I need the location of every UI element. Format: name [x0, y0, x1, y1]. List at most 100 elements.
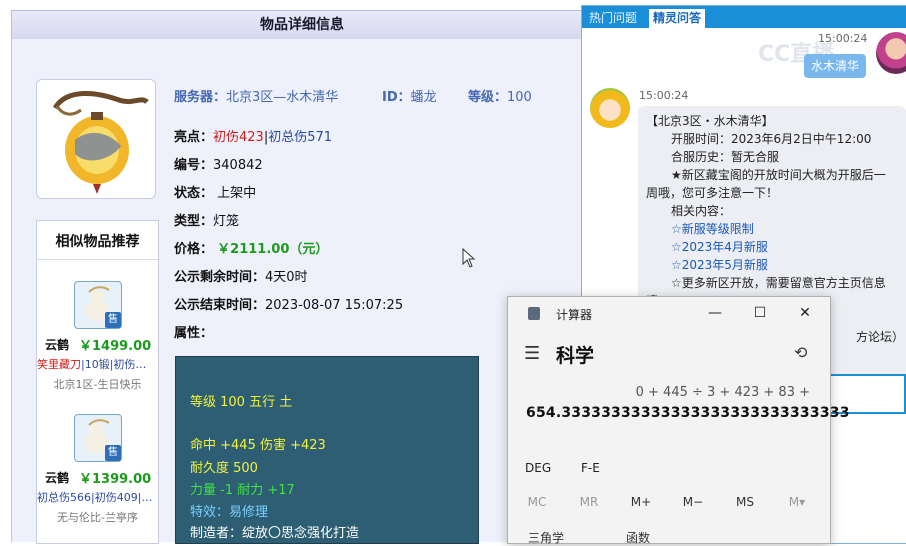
- number-label: 编号：: [174, 158, 214, 173]
- bot-line: 开服时间：2023年6月2日中午12:00: [671, 132, 872, 146]
- window-title: 计算器: [556, 308, 593, 322]
- sale-badge: 售: [105, 445, 121, 461]
- tab-sprite-qa[interactable]: 精灵问答: [649, 9, 706, 28]
- highlight-label: 亮点：: [174, 130, 214, 145]
- link-april-new-server[interactable]: ☆2023年4月新服: [671, 238, 768, 255]
- item-image: [36, 79, 156, 199]
- bot-line: 方论坛）: [856, 330, 905, 344]
- tag-rest: |10锻|初伤…: [81, 358, 147, 371]
- calculator-result: 654.33333333333333333333333333333: [526, 405, 850, 421]
- hamburger-menu-icon[interactable]: ☰: [524, 343, 540, 364]
- minimize-button[interactable]: —: [703, 303, 727, 323]
- calculator-app-icon: [528, 307, 540, 320]
- history-icon[interactable]: ⟲: [794, 343, 807, 362]
- remaining-label: 公示剩余时间：: [174, 270, 266, 285]
- fe-button[interactable]: F-E: [581, 461, 600, 475]
- type-value: 灯笼: [213, 214, 240, 229]
- close-button[interactable]: ✕: [793, 303, 817, 323]
- m-minus-button[interactable]: M−: [673, 495, 713, 509]
- function-button[interactable]: 函数: [626, 529, 650, 546]
- item-name[interactable]: 云鹤: [45, 336, 69, 353]
- stat-effect: 特效：易修理: [190, 505, 269, 520]
- price-label: 价格：: [174, 242, 214, 257]
- m-plus-button[interactable]: M+: [621, 495, 661, 509]
- remaining-value: 4天0时: [265, 270, 308, 285]
- level-info: 等级：100: [468, 86, 532, 105]
- number-value: 340842: [213, 158, 263, 173]
- highlight-red: 初伤423: [213, 130, 264, 145]
- status-row: 状态： 上架中: [174, 182, 256, 201]
- message-timestamp: 15:00:24: [639, 89, 689, 102]
- server-value: 北京3区—水木清华: [226, 90, 339, 105]
- bot-line: 合服历史：暂无合服: [671, 150, 780, 164]
- memory-dropdown-button[interactable]: M▾: [777, 495, 817, 509]
- bot-avatar: [590, 88, 630, 128]
- item-thumbnail[interactable]: 售: [74, 281, 122, 329]
- link-new-server-level[interactable]: ☆新服等级限制: [671, 220, 754, 237]
- tag-rest: 初总伤566|初伤409|…: [37, 491, 153, 504]
- divider: [37, 259, 158, 260]
- sale-badge: 售: [105, 312, 121, 328]
- stat-maker: 制造者：绽放〇思念强化打造: [190, 526, 360, 541]
- server-info: 服务器：北京3区—水木清华: [174, 86, 338, 105]
- attr-row: 属性：: [174, 322, 213, 341]
- price-value: ￥2111.00（元）: [217, 242, 329, 257]
- status-value: 上架中: [217, 186, 257, 201]
- stat-level: 等级 100 五行 土: [190, 395, 293, 410]
- item-stats-panel: 等级 100 五行 土 命中 +445 伤害 +423 耐久度 500 力量 -…: [175, 356, 479, 544]
- type-row: 类型：灯笼: [174, 210, 239, 229]
- server-label: 服务器：: [174, 90, 227, 105]
- mouse-cursor-icon: [462, 248, 476, 268]
- page-title: 物品详细信息: [260, 17, 344, 33]
- similar-items: 相似物品推荐 售 云鹤 ￥1499.00 笑里藏刀|10锻|初伤… 北京1区-生…: [36, 220, 159, 544]
- stat-strength: 力量 -1 耐力 +17: [190, 483, 295, 498]
- level-label: 等级：: [468, 90, 508, 105]
- id-info: ID：蟠龙: [382, 86, 437, 105]
- user-message: 水木清华: [804, 54, 866, 78]
- mc-button[interactable]: MC: [517, 495, 557, 509]
- end-value: 2023-08-07 15:07:25: [265, 298, 404, 313]
- end-label: 公示结束时间：: [174, 298, 266, 313]
- id-value: 蟠龙: [410, 90, 437, 105]
- maximize-button[interactable]: ☐: [748, 303, 772, 323]
- item-tags: 初总伤566|初伤409|…: [37, 489, 154, 505]
- chat-tabbar: 热门问题 精灵问答: [582, 6, 906, 28]
- tab-hot-questions[interactable]: 热门问题: [585, 9, 641, 28]
- similar-item[interactable]: 售 云鹤 ￥1499.00 笑里藏刀|10锻|初伤… 北京1区-生日快乐: [37, 279, 158, 399]
- bot-line: 相关内容：: [671, 204, 732, 218]
- link-may-new-server[interactable]: ☆2023年5月新服: [671, 256, 768, 273]
- bot-line: ☆更多新区开放，需要留意官方主页信息: [671, 276, 886, 290]
- item-header: 物品详细信息: [11, 10, 593, 40]
- bot-line: 【北京3区・水木清华】: [646, 114, 774, 128]
- level-value: 100: [507, 90, 532, 105]
- lantern-icon: [52, 90, 149, 194]
- number-row: 编号：340842: [174, 154, 263, 173]
- stat-durability: 耐久度 500: [190, 461, 258, 476]
- calculator-expression: 0 + 445 ÷ 3 + 423 + 83 +: [635, 385, 810, 400]
- trigonometry-button[interactable]: 三角学: [528, 529, 564, 546]
- highlight-blue: 初总伤571: [268, 130, 333, 145]
- id-label: ID：: [382, 90, 411, 105]
- highlight-row: 亮点：初伤423|初总伤571: [174, 126, 332, 145]
- similar-item[interactable]: 售 云鹤 ￥1399.00 初总伤566|初伤409|… 无与伦比-兰亭序: [37, 412, 158, 532]
- ms-button[interactable]: MS: [725, 495, 765, 509]
- bot-line: ★新区藏宝阁的开放时间大概为开服后一: [671, 168, 886, 182]
- mr-button[interactable]: MR: [569, 495, 609, 509]
- item-name[interactable]: 云鹤: [45, 469, 69, 486]
- calculator-titlebar[interactable]: 计算器 — ☐ ✕: [508, 297, 830, 329]
- type-label: 类型：: [174, 214, 214, 229]
- remaining-row: 公示剩余时间：4天0时: [174, 266, 308, 285]
- item-tags: 笑里藏刀|10锻|初伤…: [37, 356, 154, 372]
- status-label: 状态：: [174, 186, 214, 201]
- end-time-row: 公示结束时间：2023-08-07 15:07:25: [174, 294, 403, 313]
- item-server: 北京1区-生日快乐: [53, 378, 142, 391]
- calculator-mode: 科学: [556, 345, 595, 367]
- calculator-window: 计算器 — ☐ ✕ ☰ 科学 ⟲ 0 + 445 ÷ 3 + 423 + 83 …: [507, 296, 849, 546]
- similar-title: 相似物品推荐: [55, 234, 140, 250]
- deg-button[interactable]: DEG: [525, 461, 551, 475]
- bot-line: 周哦，您可多注意一下！: [646, 186, 779, 200]
- user-avatar: [876, 32, 906, 74]
- item-thumbnail[interactable]: 售: [74, 414, 122, 462]
- price-row: 价格： ￥2111.00（元）: [174, 238, 328, 257]
- tag-red: 笑里藏刀: [37, 358, 81, 371]
